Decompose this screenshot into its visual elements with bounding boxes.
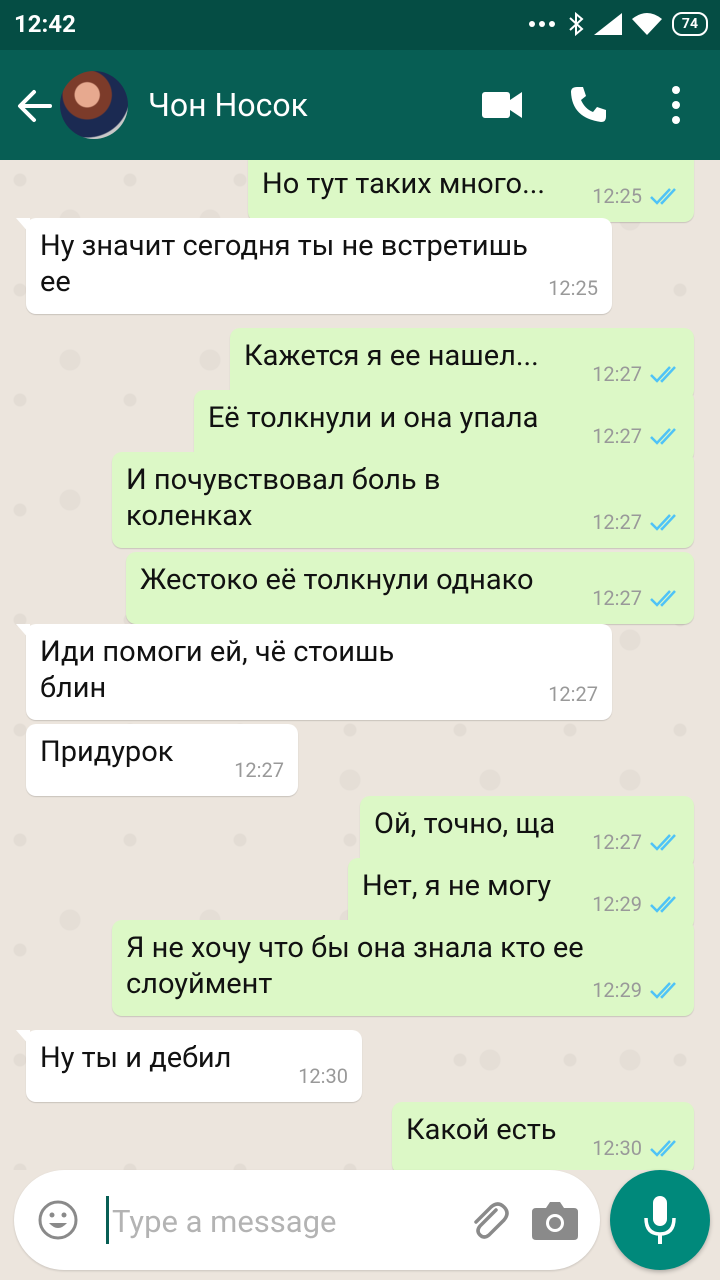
message-meta: 12:25 — [548, 270, 598, 306]
double-check-icon — [650, 188, 676, 205]
avatar[interactable] — [60, 71, 128, 139]
message-meta: 12:30 — [298, 1058, 348, 1094]
message-time: 12:27 — [234, 758, 284, 782]
message-time: 12:25 — [548, 276, 598, 300]
message-meta: 12:27 — [592, 418, 680, 454]
message-meta: 12:27 — [234, 752, 284, 788]
bluetooth-icon — [569, 12, 584, 36]
more-dots-icon — [528, 21, 555, 27]
back-arrow-icon[interactable] — [14, 86, 54, 126]
bubble-tail — [16, 1030, 30, 1046]
phone-icon[interactable] — [568, 84, 608, 124]
message-meta: 12:27 — [592, 504, 680, 540]
status-icons: 74 — [528, 12, 708, 36]
message-time: 12:27 — [548, 682, 598, 706]
message-bubble-outgoing[interactable]: Но тут таких много... 12:25 — [248, 160, 694, 222]
bubble-tail — [16, 624, 30, 640]
double-check-icon — [650, 1140, 676, 1157]
message-time: 12:27 — [592, 830, 642, 854]
message-meta: 12:29 — [592, 886, 680, 922]
message-time: 12:25 — [592, 184, 642, 208]
message-text: Ну значит сегодня ты не встретишь ее — [40, 229, 528, 299]
message-bubble-outgoing[interactable]: Жестоко её толкнули однако 12:27 — [126, 552, 694, 624]
message-meta: 12:29 — [592, 972, 680, 1008]
contact-name[interactable]: Чон Носок — [148, 86, 308, 124]
message-time: 12:30 — [592, 1136, 642, 1160]
mic-icon — [644, 1196, 676, 1244]
message-meta: 12:25 — [592, 178, 680, 214]
message-bubble-incoming[interactable]: Придурок 12:27 — [26, 724, 298, 796]
message-time: 12:27 — [592, 362, 642, 386]
message-time: 12:29 — [592, 978, 642, 1002]
message-text: Иди помоги ей, чё стоишь блин — [40, 635, 395, 705]
voice-message-button[interactable] — [610, 1170, 710, 1270]
message-time: 12:27 — [592, 424, 642, 448]
double-check-icon — [650, 896, 676, 913]
message-bubble-incoming[interactable]: Ну ты и дебил 12:30 — [16, 1030, 362, 1102]
emoji-icon[interactable] — [38, 1200, 78, 1240]
message-bubble-outgoing[interactable]: Какой есть 12:30 — [392, 1102, 694, 1170]
message-input[interactable] — [110, 1192, 454, 1250]
message-bubble-incoming[interactable]: Ну значит сегодня ты не встретишь ее 12:… — [16, 218, 612, 314]
signal-icon — [593, 13, 622, 35]
more-vert-icon[interactable] — [664, 84, 688, 126]
double-check-icon — [650, 590, 676, 607]
message-time: 12:27 — [592, 510, 642, 534]
message-time: 12:27 — [592, 586, 642, 610]
double-check-icon — [650, 428, 676, 445]
text-cursor — [106, 1196, 109, 1244]
double-check-icon — [650, 982, 676, 999]
status-bar: 12:42 74 — [0, 0, 720, 50]
message-meta: 12:27 — [548, 676, 598, 712]
message-meta: 12:27 — [592, 580, 680, 616]
chat-header: Чон Носок — [0, 50, 720, 160]
message-list[interactable]: Но тут таких много... 12:25 Ну значит се… — [0, 160, 720, 1170]
message-time: 12:29 — [592, 892, 642, 916]
wifi-icon — [631, 13, 662, 35]
bubble-tail — [16, 218, 30, 234]
message-time: 12:30 — [298, 1064, 348, 1088]
status-time: 12:42 — [14, 10, 76, 38]
video-call-icon[interactable] — [482, 88, 522, 122]
double-check-icon — [650, 514, 676, 531]
battery-icon: 74 — [671, 12, 708, 36]
camera-icon[interactable] — [532, 1200, 578, 1240]
composer — [14, 1170, 600, 1270]
message-bubble-outgoing[interactable]: Я не хочу что бы она знала кто ее слоуйм… — [112, 920, 694, 1016]
message-meta: 12:27 — [592, 356, 680, 392]
message-meta: 12:30 — [592, 1130, 680, 1166]
double-check-icon — [650, 834, 676, 851]
message-bubble-outgoing[interactable]: И почувствовал боль в коленках 12:27 — [112, 452, 694, 548]
attach-icon[interactable] — [466, 1198, 510, 1242]
message-meta: 12:27 — [592, 824, 680, 860]
double-check-icon — [650, 366, 676, 383]
message-bubble-incoming[interactable]: Иди помоги ей, чё стоишь блин 12:27 — [16, 624, 612, 720]
